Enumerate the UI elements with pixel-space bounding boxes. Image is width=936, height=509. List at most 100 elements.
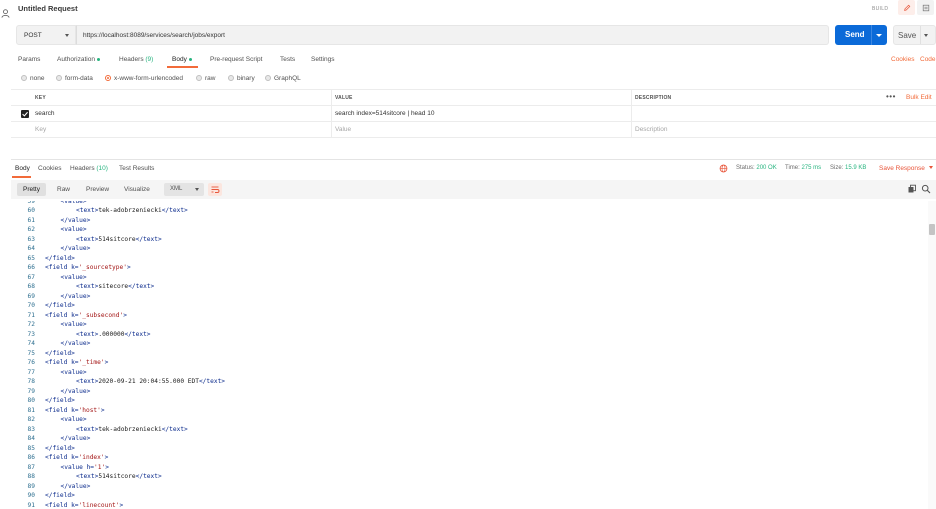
code-text: <field k='index'> (45, 453, 108, 463)
tab-body[interactable]: Body (172, 56, 193, 63)
radio-form-data[interactable]: form-data (56, 75, 93, 82)
code-text: <value> (61, 368, 87, 378)
tab-authorization[interactable]: Authorization (57, 56, 101, 63)
save-button[interactable]: Save (893, 25, 936, 45)
globe-icon[interactable] (719, 164, 728, 173)
value-input[interactable]: Value (335, 126, 351, 133)
line-number: 81 (27, 406, 35, 414)
chevron-down-icon[interactable] (924, 34, 928, 37)
xml-attribute: '_time' (78, 359, 105, 366)
view-visualize-button[interactable]: Visualize (118, 183, 156, 196)
code-line: 60 <text>tek-adobrzeniecki</text> (11, 206, 911, 216)
search-icon[interactable] (921, 184, 931, 194)
line-number: 73 (27, 330, 35, 338)
xml-tag: <text> (76, 235, 99, 243)
xml-tag: </text> (198, 378, 226, 385)
view-raw-button[interactable]: Raw (51, 183, 76, 196)
code-text: <text>514sitcore</text> (76, 472, 162, 482)
xml-tag: </value> (60, 245, 91, 252)
radio-icon (21, 75, 27, 81)
radio-icon (196, 75, 202, 81)
more-options-icon[interactable]: ••• (886, 92, 896, 101)
format-select[interactable]: XML (164, 183, 204, 196)
code-line: 65 </field> (11, 254, 911, 264)
tab-params[interactable]: Params (18, 56, 40, 63)
tab-headers[interactable]: Headers (9) (119, 56, 153, 63)
url-input[interactable]: https://localhost:8089/services/search/j… (76, 25, 829, 45)
line-number: 70 (27, 302, 35, 309)
chevron-down-icon[interactable] (876, 34, 882, 37)
xml-tag: <value> (60, 416, 87, 423)
edit-icon (903, 4, 910, 11)
send-button[interactable]: Send (835, 25, 887, 45)
code-line: 78 <text>2020-09-21 20:04:55.000 EDT</tex… (11, 377, 911, 387)
user-icon[interactable] (1, 9, 10, 18)
line-number: 75 (27, 349, 35, 357)
param-checkbox[interactable] (21, 110, 29, 118)
save-response-button[interactable]: Save Response (879, 165, 933, 172)
radio-none[interactable]: none (21, 75, 44, 82)
xml-tag: </text> (124, 330, 151, 338)
method-select[interactable]: POST (16, 25, 76, 45)
tab-tests[interactable]: Tests (280, 56, 295, 63)
code-text: </field> (45, 254, 75, 264)
xml-tag: </value> (60, 482, 91, 490)
view-pretty-button[interactable]: Pretty (17, 183, 46, 196)
xml-tag: </field> (45, 397, 75, 404)
response-tab-cookies[interactable]: Cookies (38, 165, 61, 172)
xml-tag: </value> (60, 292, 91, 300)
code-link[interactable]: Code (920, 56, 936, 63)
tab-settings[interactable]: Settings (311, 56, 335, 63)
xml-tag: </field> (45, 444, 75, 452)
radio-binary[interactable]: binary (228, 75, 255, 82)
code-line: 84 </value> (11, 434, 911, 444)
copy-icon[interactable] (907, 184, 917, 194)
xml-text: 2020-09-21 20:04:55.000 EDT (98, 378, 199, 385)
code-text: <field k='_time'> (45, 358, 108, 368)
format-value: XML (170, 186, 183, 192)
response-tab-test-results[interactable]: Test Results (119, 165, 154, 172)
key-input[interactable]: Key (35, 126, 46, 133)
xml-tag: </value> (60, 340, 91, 347)
edit-button[interactable] (898, 0, 915, 15)
radio-raw[interactable]: raw (196, 75, 215, 82)
line-number: 82 (27, 416, 35, 423)
documentation-button[interactable] (917, 0, 934, 15)
scrollbar-thumb[interactable] (929, 224, 935, 235)
wrap-lines-button[interactable] (208, 183, 222, 196)
request-title[interactable]: Untitled Request (18, 4, 78, 13)
line-number: 86 (27, 454, 35, 461)
line-number: 61 (27, 216, 35, 224)
param-value[interactable]: search index=514sitcore | head 10 (335, 110, 434, 117)
view-preview-button[interactable]: Preview (80, 183, 115, 196)
xml-tag: <value> (60, 201, 87, 205)
scrollbar-track[interactable] (928, 201, 936, 509)
code-line: 88 <text>514sitcore</text> (11, 472, 911, 482)
xml-text: 514sitcore (98, 473, 136, 480)
response-tab-headers[interactable]: Headers (10) (70, 165, 108, 172)
build-label[interactable]: BUILD (872, 6, 888, 12)
line-number: 67 (27, 273, 35, 281)
code-text: </value> (61, 482, 91, 492)
line-number: 66 (27, 264, 35, 271)
line-number: 80 (27, 397, 35, 404)
response-body-code[interactable]: 59 <value> 60 <text>tek-adobrzeniecki</text… (11, 201, 927, 509)
code-line: 90 </field> (11, 491, 911, 501)
xml-tag: </text> (135, 473, 162, 480)
line-number: 71 (27, 311, 35, 319)
checkmark-icon (22, 111, 28, 117)
tab-pre-request-script[interactable]: Pre-request Script (210, 56, 262, 63)
code-text: <text>2020-09-21 20:04:55.000 EDT</text> (76, 377, 225, 387)
active-dot-icon (188, 57, 193, 62)
xml-tag: <value> (60, 368, 87, 376)
chevron-down-icon (928, 166, 933, 169)
line-number: 87 (27, 463, 35, 471)
param-key[interactable]: search (35, 110, 55, 117)
line-number: 64 (27, 245, 35, 252)
response-tab-body[interactable]: Body (15, 165, 30, 172)
bulk-edit-link[interactable]: Bulk Edit (906, 94, 932, 101)
description-input[interactable]: Description (635, 126, 668, 133)
radio-x-www-form-urlencoded[interactable]: x-www-form-urlencoded (105, 75, 183, 82)
radio-graphql[interactable]: GraphQL (265, 75, 301, 82)
cookies-link[interactable]: Cookies (891, 56, 914, 63)
